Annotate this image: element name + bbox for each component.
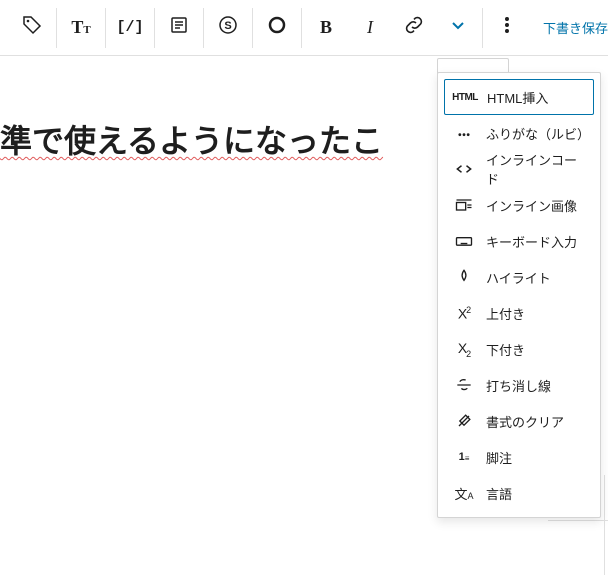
- kebab-icon: [495, 13, 519, 42]
- strikethrough-icon: [452, 373, 476, 397]
- menu-item-subscript[interactable]: X2 下付き: [444, 331, 594, 367]
- link-icon: [402, 13, 426, 42]
- tag-icon: [20, 13, 44, 42]
- html-icon: HTML: [453, 85, 477, 109]
- more-formats-button[interactable]: [436, 6, 480, 50]
- menu-item-label: 下付き: [486, 340, 525, 359]
- shortcode-icon: [/]: [116, 19, 143, 36]
- align-button[interactable]: [157, 6, 201, 50]
- clear-format-icon: [452, 409, 476, 433]
- menu-item-superscript[interactable]: X2 上付き: [444, 295, 594, 331]
- block-toolbar: TT [/] S B I: [0, 0, 608, 56]
- menu-item-label: HTML挿入: [487, 88, 548, 107]
- bold-icon: B: [320, 17, 332, 38]
- menu-item-ruby[interactable]: ふりがな（ルビ）: [444, 115, 594, 151]
- menu-item-label: キーボード入力: [486, 232, 577, 251]
- align-icon: [167, 13, 191, 42]
- subscript-icon: X2: [452, 337, 476, 361]
- menu-item-label: インライン画像: [486, 196, 577, 215]
- highlight-icon: [452, 265, 476, 289]
- keyboard-icon: [452, 229, 476, 253]
- code-icon: [452, 157, 476, 181]
- menu-item-label: 上付き: [486, 304, 525, 323]
- currency-button[interactable]: S: [206, 6, 250, 50]
- footnote-icon: 1≡: [452, 445, 476, 469]
- menu-item-highlight[interactable]: ハイライト: [444, 259, 594, 295]
- menu-item-footnote[interactable]: 1≡ 脚注: [444, 439, 594, 475]
- text-size-button[interactable]: TT: [59, 6, 103, 50]
- italic-button[interactable]: I: [348, 6, 392, 50]
- menu-item-inline-code[interactable]: インラインコード: [444, 151, 594, 187]
- menu-item-label: 言語: [486, 484, 512, 503]
- superscript-icon: X2: [452, 301, 476, 325]
- svg-text:S: S: [224, 20, 231, 32]
- menu-item-label: ハイライト: [486, 268, 551, 287]
- circle-icon: [265, 13, 289, 42]
- menu-item-strikethrough[interactable]: 打ち消し線: [444, 367, 594, 403]
- menu-item-html[interactable]: HTML HTML挿入: [444, 79, 594, 115]
- circle-button[interactable]: [255, 6, 299, 50]
- bold-button[interactable]: B: [304, 6, 348, 50]
- save-draft-link[interactable]: 下書き保存: [531, 10, 608, 45]
- menu-item-label: 打ち消し線: [486, 376, 551, 395]
- menu-item-label: 書式のクリア: [486, 412, 564, 431]
- language-icon: 文A: [452, 481, 476, 505]
- menu-item-label: ふりがな（ルビ）: [486, 124, 586, 143]
- italic-icon: I: [367, 17, 373, 38]
- menu-item-inline-image[interactable]: インライン画像: [444, 187, 594, 223]
- shortcode-button[interactable]: [/]: [108, 6, 152, 50]
- chevron-down-icon: [446, 13, 470, 42]
- menu-item-keyboard[interactable]: キーボード入力: [444, 223, 594, 259]
- menu-item-label: インラインコード: [486, 150, 586, 188]
- ruby-icon: [452, 121, 476, 145]
- sidebar-edge: [604, 475, 608, 575]
- menu-item-label: 脚注: [486, 448, 512, 467]
- link-button[interactable]: [392, 6, 436, 50]
- menu-item-language[interactable]: 文A 言語: [444, 475, 594, 511]
- tag-button[interactable]: [10, 6, 54, 50]
- options-button[interactable]: [485, 6, 529, 50]
- text-size-icon: TT: [71, 17, 90, 38]
- currency-icon: S: [216, 13, 240, 42]
- inline-image-icon: [452, 193, 476, 217]
- sidebar-divider: [548, 520, 608, 521]
- format-menu: HTML HTML挿入 ふりがな（ルビ） インラインコード インライン画像 キー…: [437, 72, 601, 518]
- menu-item-clear-format[interactable]: 書式のクリア: [444, 403, 594, 439]
